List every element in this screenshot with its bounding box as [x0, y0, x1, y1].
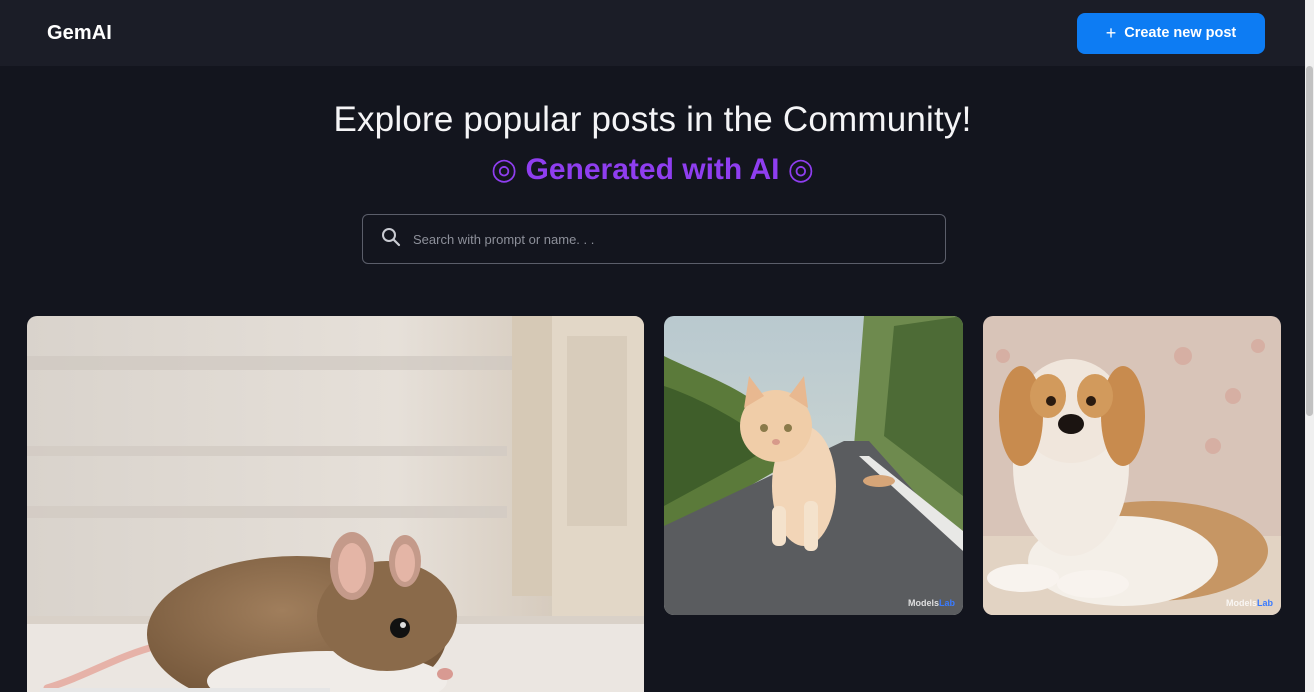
search-bar[interactable]: [362, 214, 946, 264]
page-subtitle: ◎ Generated with AI ◎: [491, 153, 814, 186]
search-icon: [381, 227, 401, 252]
top-navbar: GemAI + Create new post: [0, 0, 1305, 66]
watermark-cat: ModelsLab: [907, 598, 955, 608]
search-input[interactable]: [413, 231, 945, 247]
page-scrollbar[interactable]: [1305, 0, 1314, 692]
post-image-dog: [983, 316, 1281, 615]
brand-logo[interactable]: GemAI: [47, 22, 112, 45]
create-new-post-label: Create new post: [1124, 25, 1237, 41]
scrollbar-thumb[interactable]: [1306, 66, 1313, 416]
post-card-dog[interactable]: ModelsLab: [983, 316, 1281, 615]
create-new-post-button[interactable]: + Create new post: [1077, 12, 1265, 54]
watermark-dog: ModelsLab: [1225, 598, 1273, 608]
post-card-mouse[interactable]: [27, 316, 644, 692]
plus-icon: +: [1105, 22, 1117, 43]
horizontal-scrollbar[interactable]: [40, 688, 330, 692]
post-card-cat[interactable]: ModelsLab: [664, 316, 963, 615]
post-image-mouse: [27, 316, 644, 692]
post-image-cat: [664, 316, 963, 615]
page-title: Explore popular posts in the Community!: [333, 100, 972, 139]
